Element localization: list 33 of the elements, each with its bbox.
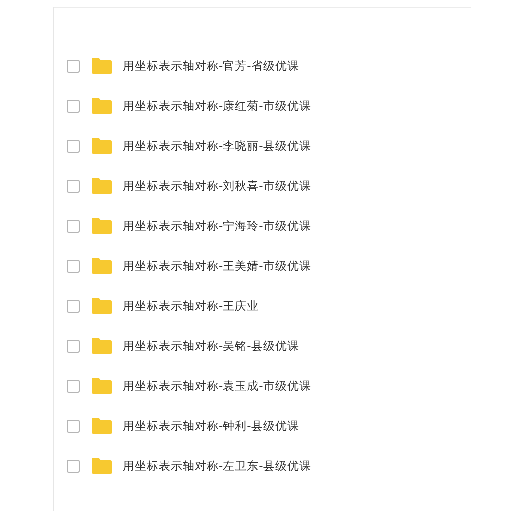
file-name[interactable]: 用坐标表示轴对称-钟利-县级优课: [123, 418, 300, 434]
checkbox[interactable]: [67, 300, 80, 312]
file-name[interactable]: 用坐标表示轴对称-康红菊-市级优课: [123, 98, 312, 114]
folder-icon: [91, 457, 113, 475]
checkbox[interactable]: [67, 60, 80, 72]
checkbox[interactable]: [67, 180, 80, 192]
checkbox[interactable]: [67, 220, 80, 232]
file-name[interactable]: 用坐标表示轴对称-刘秋喜-市级优课: [123, 178, 312, 194]
folder-icon: [91, 257, 113, 275]
file-name[interactable]: 用坐标表示轴对称-左卫东-县级优课: [123, 458, 312, 474]
checkbox[interactable]: [67, 380, 80, 392]
folder-icon: [91, 377, 113, 395]
folder-icon: [91, 137, 113, 155]
folder-icon: [91, 97, 113, 115]
folder-icon: [91, 57, 113, 75]
checkbox[interactable]: [67, 340, 80, 352]
folder-icon: [91, 217, 113, 235]
checkbox[interactable]: [67, 420, 80, 432]
file-name[interactable]: 用坐标表示轴对称-吴铭-县级优课: [123, 338, 300, 354]
checkbox[interactable]: [67, 260, 80, 272]
folder-icon: [91, 417, 113, 435]
checkbox[interactable]: [67, 100, 80, 112]
file-name[interactable]: 用坐标表示轴对称-王美婧-市级优课: [123, 258, 312, 274]
checkbox[interactable]: [67, 140, 80, 152]
file-name[interactable]: 用坐标表示轴对称-李晓丽-县级优课: [123, 138, 312, 154]
folder-icon: [91, 337, 113, 355]
checkbox[interactable]: [67, 460, 80, 472]
folder-icon: [91, 177, 113, 195]
file-name[interactable]: 用坐标表示轴对称-王庆业: [123, 298, 260, 314]
file-name[interactable]: 用坐标表示轴对称-袁玉成-市级优课: [123, 378, 312, 394]
file-name[interactable]: 用坐标表示轴对称-官芳-省级优课: [123, 58, 300, 74]
file-name[interactable]: 用坐标表示轴对称-宁海玲-市级优课: [123, 218, 312, 234]
folder-icon: [91, 297, 113, 315]
